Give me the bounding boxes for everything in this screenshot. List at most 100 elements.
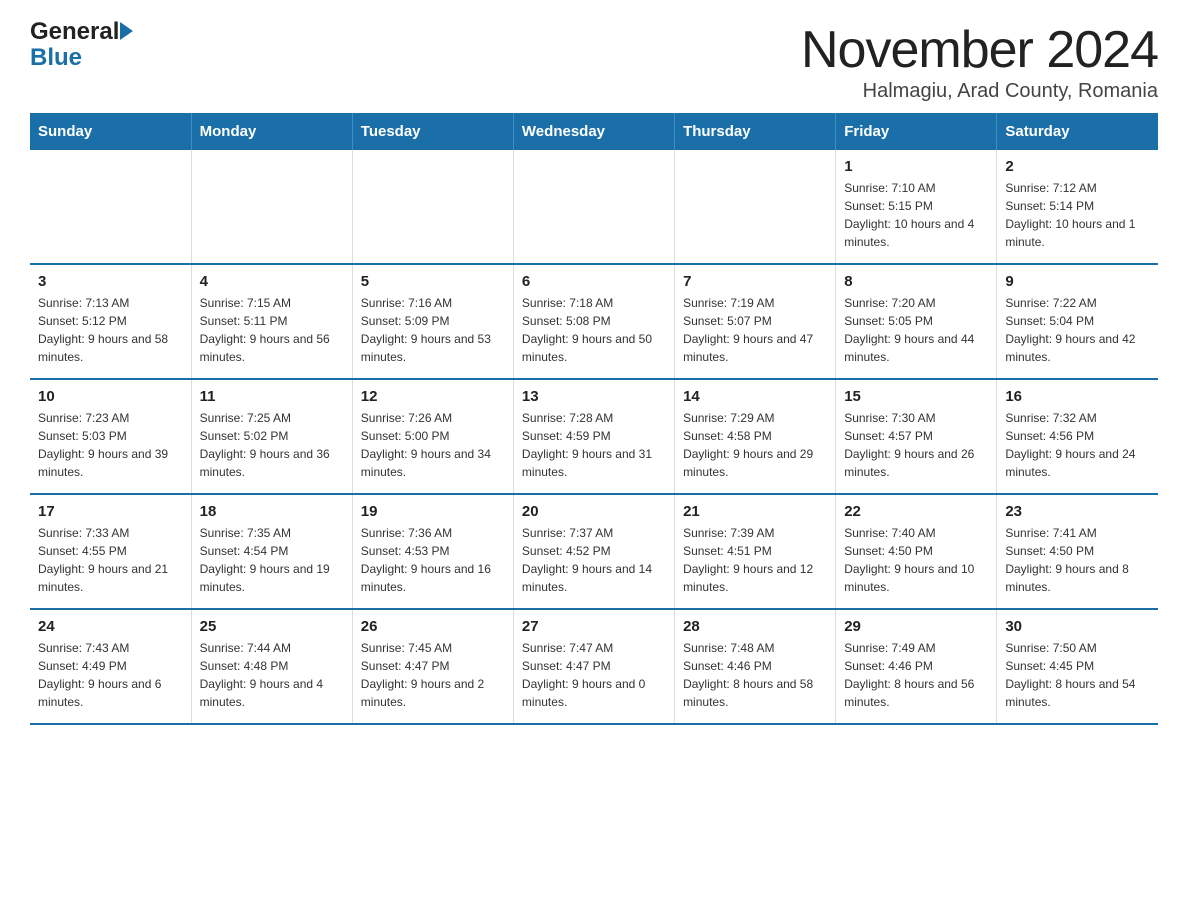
day-info: Sunrise: 7:13 AM Sunset: 5:12 PM Dayligh… <box>38 294 183 366</box>
day-info: Sunrise: 7:40 AM Sunset: 4:50 PM Dayligh… <box>844 524 988 596</box>
calendar-cell: 2 Sunrise: 7:12 AM Sunset: 5:14 PM Daylig… <box>997 150 1158 264</box>
day-info: Sunrise: 7:36 AM Sunset: 4:53 PM Dayligh… <box>361 524 505 596</box>
day-info: Sunrise: 7:45 AM Sunset: 4:47 PM Dayligh… <box>361 639 505 711</box>
logo: General <box>30 20 133 44</box>
calendar-cell: 9 Sunrise: 7:22 AM Sunset: 5:04 PM Daylig… <box>997 264 1158 379</box>
calendar-cell: 23Sunrise: 7:41 AM Sunset: 4:50 PM Dayli… <box>997 494 1158 609</box>
day-number: 9 <box>1005 273 1150 290</box>
title-area: November 2024 Halmagiu, Arad County, Rom… <box>801 20 1158 103</box>
calendar-week-4: 17Sunrise: 7:33 AM Sunset: 4:55 PM Dayli… <box>30 494 1158 609</box>
calendar-cell: 17Sunrise: 7:33 AM Sunset: 4:55 PM Dayli… <box>30 494 191 609</box>
calendar-cell: 25 Sunrise: 7:44 AM Sunset: 4:48 PM Dayli… <box>191 609 352 724</box>
calendar-cell <box>191 150 352 264</box>
day-number: 2 <box>1005 158 1150 175</box>
calendar-cell: 4Sunrise: 7:15 AM Sunset: 5:11 PM Daylig… <box>191 264 352 379</box>
day-info: Sunrise: 7:26 AM Sunset: 5:00 PM Dayligh… <box>361 409 505 481</box>
day-number: 28 <box>683 618 827 635</box>
day-info: Sunrise: 7:37 AM Sunset: 4:52 PM Dayligh… <box>522 524 666 596</box>
calendar-cell: 30 Sunrise: 7:50 AM Sunset: 4:45 PM Dayli… <box>997 609 1158 724</box>
day-info: Sunrise: 7:48 AM Sunset: 4:46 PM Dayligh… <box>683 639 827 711</box>
day-number: 26 <box>361 618 505 635</box>
calendar-cell: 27Sunrise: 7:47 AM Sunset: 4:47 PM Dayli… <box>513 609 674 724</box>
day-number: 12 <box>361 388 505 405</box>
calendar-cell: 22 Sunrise: 7:40 AM Sunset: 4:50 PM Dayli… <box>836 494 997 609</box>
calendar-cell: 5 Sunrise: 7:16 AM Sunset: 5:09 PM Daylig… <box>352 264 513 379</box>
day-number: 10 <box>38 388 183 405</box>
day-info: Sunrise: 7:19 AM Sunset: 5:07 PM Dayligh… <box>683 294 827 366</box>
day-info: Sunrise: 7:10 AM Sunset: 5:15 PM Dayligh… <box>844 179 988 251</box>
header-sunday: Sunday <box>30 113 191 150</box>
logo-blue: Blue <box>30 44 82 72</box>
day-info: Sunrise: 7:16 AM Sunset: 5:09 PM Dayligh… <box>361 294 505 366</box>
day-info: Sunrise: 7:35 AM Sunset: 4:54 PM Dayligh… <box>200 524 344 596</box>
header-tuesday: Tuesday <box>352 113 513 150</box>
calendar-cell: 7 Sunrise: 7:19 AM Sunset: 5:07 PM Daylig… <box>675 264 836 379</box>
day-number: 15 <box>844 388 988 405</box>
day-info: Sunrise: 7:39 AM Sunset: 4:51 PM Dayligh… <box>683 524 827 596</box>
calendar-cell: 26 Sunrise: 7:45 AM Sunset: 4:47 PM Dayli… <box>352 609 513 724</box>
header-saturday: Saturday <box>997 113 1158 150</box>
day-number: 5 <box>361 273 505 290</box>
calendar-cell <box>675 150 836 264</box>
day-number: 24 <box>38 618 183 635</box>
calendar-table: Sunday Monday Tuesday Wednesday Thursday… <box>30 113 1158 725</box>
calendar-week-5: 24Sunrise: 7:43 AM Sunset: 4:49 PM Dayli… <box>30 609 1158 724</box>
calendar-cell: 11Sunrise: 7:25 AM Sunset: 5:02 PM Dayli… <box>191 379 352 494</box>
day-info: Sunrise: 7:18 AM Sunset: 5:08 PM Dayligh… <box>522 294 666 366</box>
day-info: Sunrise: 7:50 AM Sunset: 4:45 PM Dayligh… <box>1005 639 1150 711</box>
day-number: 4 <box>200 273 344 290</box>
day-number: 8 <box>844 273 988 290</box>
calendar-week-3: 10Sunrise: 7:23 AM Sunset: 5:03 PM Dayli… <box>30 379 1158 494</box>
location-title: Halmagiu, Arad County, Romania <box>801 80 1158 103</box>
header-monday: Monday <box>191 113 352 150</box>
calendar-cell: 15 Sunrise: 7:30 AM Sunset: 4:57 PM Dayli… <box>836 379 997 494</box>
month-title: November 2024 <box>801 20 1158 80</box>
logo-general: General <box>30 18 119 45</box>
calendar-cell <box>30 150 191 264</box>
day-info: Sunrise: 7:32 AM Sunset: 4:56 PM Dayligh… <box>1005 409 1150 481</box>
page-header: General Blue November 2024 Halmagiu, Ara… <box>30 20 1158 103</box>
day-number: 25 <box>200 618 344 635</box>
day-info: Sunrise: 7:30 AM Sunset: 4:57 PM Dayligh… <box>844 409 988 481</box>
weekday-header-row: Sunday Monday Tuesday Wednesday Thursday… <box>30 113 1158 150</box>
day-info: Sunrise: 7:20 AM Sunset: 5:05 PM Dayligh… <box>844 294 988 366</box>
day-number: 22 <box>844 503 988 520</box>
day-info: Sunrise: 7:41 AM Sunset: 4:50 PM Dayligh… <box>1005 524 1150 596</box>
day-info: Sunrise: 7:22 AM Sunset: 5:04 PM Dayligh… <box>1005 294 1150 366</box>
calendar-week-2: 3 Sunrise: 7:13 AM Sunset: 5:12 PM Daylig… <box>30 264 1158 379</box>
calendar-cell: 8 Sunrise: 7:20 AM Sunset: 5:05 PM Daylig… <box>836 264 997 379</box>
calendar-cell: 29 Sunrise: 7:49 AM Sunset: 4:46 PM Dayli… <box>836 609 997 724</box>
day-number: 14 <box>683 388 827 405</box>
day-info: Sunrise: 7:28 AM Sunset: 4:59 PM Dayligh… <box>522 409 666 481</box>
day-number: 16 <box>1005 388 1150 405</box>
calendar-cell: 12 Sunrise: 7:26 AM Sunset: 5:00 PM Dayli… <box>352 379 513 494</box>
day-info: Sunrise: 7:33 AM Sunset: 4:55 PM Dayligh… <box>38 524 183 596</box>
day-info: Sunrise: 7:44 AM Sunset: 4:48 PM Dayligh… <box>200 639 344 711</box>
day-info: Sunrise: 7:47 AM Sunset: 4:47 PM Dayligh… <box>522 639 666 711</box>
logo-text: General <box>30 20 133 44</box>
calendar-cell: 3 Sunrise: 7:13 AM Sunset: 5:12 PM Daylig… <box>30 264 191 379</box>
calendar-cell: 6 Sunrise: 7:18 AM Sunset: 5:08 PM Daylig… <box>513 264 674 379</box>
day-number: 21 <box>683 503 827 520</box>
calendar-body: 1Sunrise: 7:10 AM Sunset: 5:15 PM Daylig… <box>30 150 1158 724</box>
header-thursday: Thursday <box>675 113 836 150</box>
logo-area: General Blue <box>30 20 133 72</box>
calendar-cell: 19 Sunrise: 7:36 AM Sunset: 4:53 PM Dayli… <box>352 494 513 609</box>
calendar-cell: 14 Sunrise: 7:29 AM Sunset: 4:58 PM Dayli… <box>675 379 836 494</box>
day-info: Sunrise: 7:49 AM Sunset: 4:46 PM Dayligh… <box>844 639 988 711</box>
calendar-week-1: 1Sunrise: 7:10 AM Sunset: 5:15 PM Daylig… <box>30 150 1158 264</box>
day-info: Sunrise: 7:29 AM Sunset: 4:58 PM Dayligh… <box>683 409 827 481</box>
day-number: 3 <box>38 273 183 290</box>
day-number: 6 <box>522 273 666 290</box>
day-number: 7 <box>683 273 827 290</box>
day-info: Sunrise: 7:12 AM Sunset: 5:14 PM Dayligh… <box>1005 179 1150 251</box>
calendar-cell: 24Sunrise: 7:43 AM Sunset: 4:49 PM Dayli… <box>30 609 191 724</box>
header-wednesday: Wednesday <box>513 113 674 150</box>
day-number: 29 <box>844 618 988 635</box>
calendar-cell <box>513 150 674 264</box>
calendar-cell: 1Sunrise: 7:10 AM Sunset: 5:15 PM Daylig… <box>836 150 997 264</box>
day-number: 30 <box>1005 618 1150 635</box>
day-number: 20 <box>522 503 666 520</box>
day-info: Sunrise: 7:25 AM Sunset: 5:02 PM Dayligh… <box>200 409 344 481</box>
day-number: 19 <box>361 503 505 520</box>
